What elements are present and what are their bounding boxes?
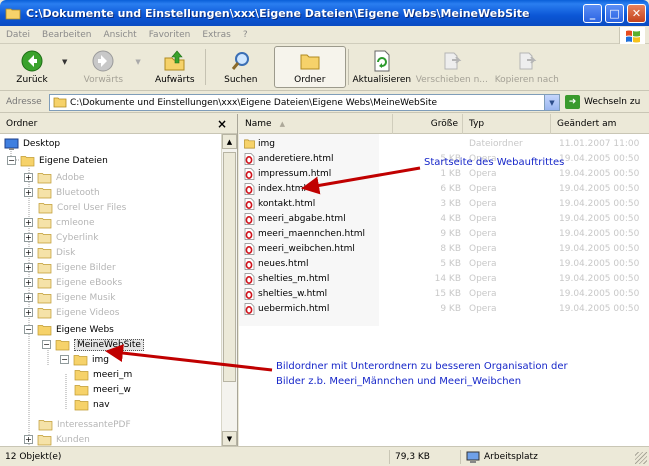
status-object-count: 12 Objekt(e) <box>5 452 62 462</box>
status-size: 79,3 KB <box>389 450 459 464</box>
annotation-startpage: Startseite des Webauftrittes <box>424 157 565 168</box>
status-location-label: Arbeitsplatz <box>484 452 538 462</box>
annotation-imgfolder-line1: Bildordner mit Unterordnern zu besseren … <box>276 361 568 372</box>
my-computer-icon <box>466 451 480 463</box>
status-bar: 12 Objekt(e) 79,3 KB Arbeitsplatz <box>0 446 649 466</box>
arrow-to-index <box>301 166 421 195</box>
status-location: Arbeitsplatz <box>460 450 630 464</box>
resize-grip[interactable] <box>635 452 647 464</box>
arrow-to-img-folder <box>105 344 273 372</box>
annotation-arrows <box>105 166 421 372</box>
annotation-imgfolder-line2: Bilder z.b. Meeri_Männchen und Meeri_Wei… <box>276 376 522 387</box>
